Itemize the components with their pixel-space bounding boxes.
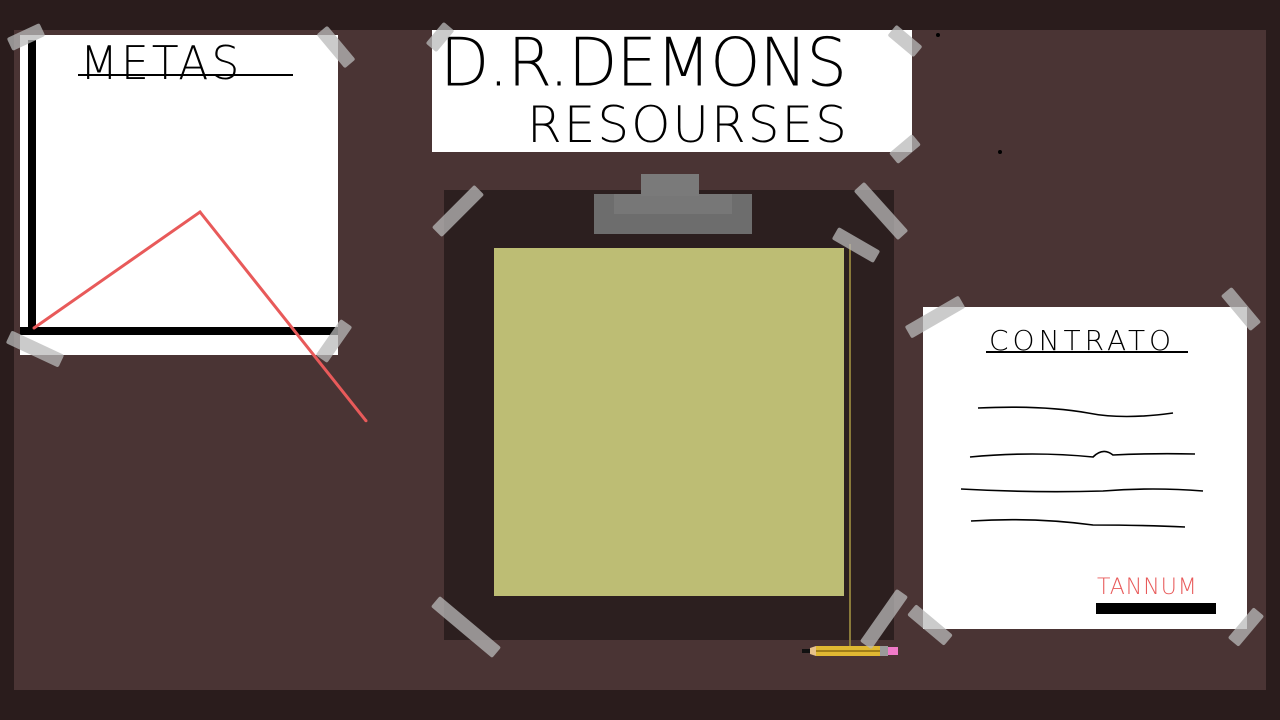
pencil-string bbox=[849, 244, 851, 652]
banner-title-line2: RESOURSES bbox=[527, 96, 849, 154]
banner-title-line1: D.R.DEMONS bbox=[440, 24, 847, 103]
contract-text-scribbles bbox=[960, 406, 1204, 528]
title-banner: D.R.DEMONS RESOURSES bbox=[432, 30, 912, 152]
dust-dot bbox=[936, 33, 940, 37]
pencil-icon[interactable] bbox=[802, 646, 898, 656]
chart-series-line bbox=[32, 209, 368, 423]
dust-dot bbox=[998, 150, 1002, 154]
clipboard-paper[interactable] bbox=[494, 248, 844, 596]
clipboard-clip-mid bbox=[614, 194, 732, 214]
chart-point-0 bbox=[32, 326, 36, 330]
contract-signature: TANNUM bbox=[1097, 575, 1198, 600]
clipboard-clip-top bbox=[641, 174, 699, 196]
chart-line-series-0 bbox=[33, 209, 368, 422]
chart-point-1 bbox=[198, 210, 202, 214]
chart-point-2 bbox=[364, 419, 368, 423]
contract-paper[interactable]: CONTRATO TANNUM bbox=[923, 307, 1247, 629]
signature-line bbox=[1096, 603, 1216, 614]
